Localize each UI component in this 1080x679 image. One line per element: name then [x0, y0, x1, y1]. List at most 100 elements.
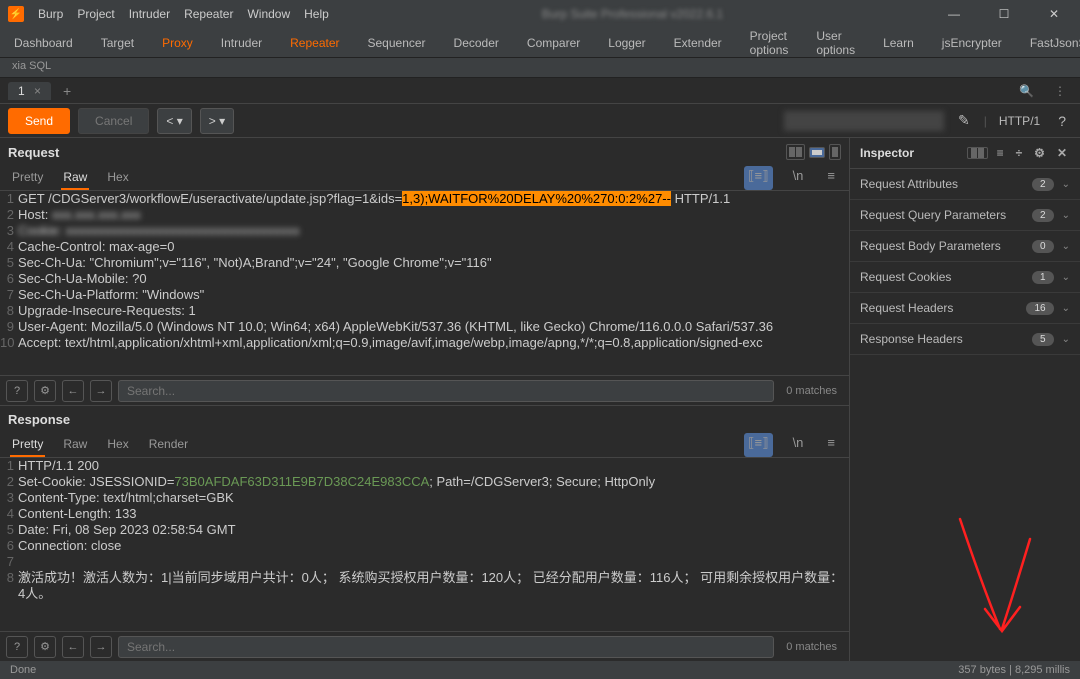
response-pretty-tab[interactable]: Pretty	[10, 433, 45, 457]
inspector-row-label: Request Query Parameters	[860, 208, 1032, 222]
close-button[interactable]: ✕	[1036, 0, 1072, 28]
add-tab-button[interactable]: +	[59, 83, 75, 99]
menu-help[interactable]: Help	[304, 7, 329, 21]
response-newline-toggle[interactable]: \n	[789, 433, 808, 457]
layout-rows-icon[interactable]	[809, 147, 825, 158]
response-search-input[interactable]	[118, 636, 774, 658]
request-hex-tab[interactable]: Hex	[105, 166, 130, 190]
minimize-button[interactable]: —	[936, 0, 972, 28]
menu-burp[interactable]: Burp	[38, 7, 63, 21]
status-bar: Done 357 bytes | 8,295 millis	[0, 661, 1080, 679]
request-next-icon[interactable]: →	[90, 380, 112, 402]
maintab-user-options[interactable]: User options	[814, 29, 857, 57]
history-forward-button[interactable]: > ▾	[200, 108, 234, 134]
request-pretty-toggle[interactable]: ⟦≡⟧	[744, 166, 772, 190]
chevron-down-icon: ⌄	[1054, 210, 1070, 221]
request-settings-icon[interactable]: ⚙	[34, 380, 56, 402]
status-left: Done	[10, 664, 36, 676]
response-settings-icon[interactable]: ⚙	[34, 636, 56, 658]
subtab-row: xia SQL	[0, 58, 1080, 78]
request-help-icon[interactable]: ?	[6, 380, 28, 402]
inspector-row-count: 5	[1032, 333, 1054, 346]
request-prev-icon[interactable]: ←	[62, 380, 84, 402]
request-view-tabs: Pretty Raw Hex ⟦≡⟧ \n ≡	[0, 166, 849, 191]
cancel-button[interactable]: Cancel	[78, 108, 149, 134]
inspector-row-request-cookies[interactable]: Request Cookies1⌄	[850, 262, 1080, 293]
layout-combined-icon[interactable]	[829, 144, 841, 160]
menu-project[interactable]: Project	[77, 7, 114, 21]
inspector-row-label: Request Headers	[860, 301, 1026, 315]
maintab-sequencer[interactable]: Sequencer	[366, 36, 428, 50]
tabs-menu-icon[interactable]: ⋮	[1048, 84, 1072, 98]
response-menu-icon[interactable]: ≡	[823, 433, 839, 457]
maintab-jsencrypter[interactable]: jsEncrypter	[940, 36, 1004, 50]
edit-target-icon[interactable]: ✎	[952, 112, 976, 129]
request-pretty-tab[interactable]: Pretty	[10, 166, 45, 190]
inspector-row-request-headers[interactable]: Request Headers16⌄	[850, 293, 1080, 324]
main-tabs: Dashboard Target Proxy Intruder Repeater Sequ…	[0, 28, 1080, 58]
layout-columns-icon[interactable]	[786, 144, 805, 160]
maintab-learn[interactable]: Learn	[881, 36, 916, 50]
inspector-row-response-headers[interactable]: Response Headers5⌄	[850, 324, 1080, 355]
response-raw-tab[interactable]: Raw	[61, 433, 89, 457]
maintab-extender[interactable]: Extender	[672, 36, 724, 50]
request-menu-icon[interactable]: ≡	[823, 166, 839, 190]
maintab-dashboard[interactable]: Dashboard	[12, 36, 75, 50]
request-panel: Request Pretty Raw Hex ⟦≡⟧ \n ≡ 1GET /CD…	[0, 138, 849, 406]
inspector-row-request-query-parameters[interactable]: Request Query Parameters2⌄	[850, 200, 1080, 231]
inspector-row-request-attributes[interactable]: Request Attributes2⌄	[850, 169, 1080, 200]
titlebar: ⚡ Burp Project Intruder Repeater Window …	[0, 0, 1080, 28]
maintab-repeater[interactable]: Repeater	[288, 36, 341, 50]
inspector-settings-icon[interactable]: ⚙	[1031, 146, 1048, 160]
inspector-close-icon[interactable]: ✕	[1054, 146, 1070, 160]
main-split: Request Pretty Raw Hex ⟦≡⟧ \n ≡ 1GET /CD…	[0, 138, 1080, 661]
chevron-down-icon: ⌄	[1054, 303, 1070, 314]
tab-label: 1	[18, 84, 25, 98]
response-render-tab[interactable]: Render	[147, 433, 190, 457]
response-hex-tab[interactable]: Hex	[105, 433, 130, 457]
maximize-button[interactable]: ☐	[986, 0, 1022, 28]
inspector-row-label: Request Cookies	[860, 270, 1032, 284]
maintab-decoder[interactable]: Decoder	[452, 36, 501, 50]
response-help-icon[interactable]: ?	[6, 636, 28, 658]
inspector-layout-icon[interactable]	[967, 147, 988, 159]
menu-repeater[interactable]: Repeater	[184, 7, 233, 21]
inspector-expand-icon[interactable]: ÷	[1013, 146, 1026, 160]
maintab-proxy[interactable]: Proxy	[160, 36, 195, 50]
burp-logo: ⚡	[8, 6, 24, 22]
inspector-row-request-body-parameters[interactable]: Request Body Parameters0⌄	[850, 231, 1080, 262]
inspector-row-label: Response Headers	[860, 332, 1032, 346]
request-editor[interactable]: 1GET /CDGServer3/workflowE/useractivate/…	[0, 191, 849, 375]
maintab-project-options[interactable]: Project options	[748, 29, 791, 57]
response-editor[interactable]: 1HTTP/1.1 2002Set-Cookie: JSESSIONID=73B…	[0, 458, 849, 631]
menu-window[interactable]: Window	[247, 7, 290, 21]
maintab-logger[interactable]: Logger	[606, 36, 647, 50]
request-newline-toggle[interactable]: \n	[789, 166, 808, 190]
response-next-icon[interactable]: →	[90, 636, 112, 658]
help-icon[interactable]: ?	[1052, 113, 1072, 129]
close-tab-icon[interactable]: ×	[34, 84, 41, 98]
inspector-collapse-icon[interactable]: ≡	[994, 146, 1007, 160]
inspector-row-count: 2	[1032, 178, 1054, 191]
history-back-button[interactable]: < ▾	[157, 108, 191, 134]
inspector-row-count: 16	[1026, 302, 1053, 315]
target-host[interactable]	[784, 111, 944, 131]
repeater-tab-1[interactable]: 1 ×	[8, 82, 51, 100]
request-match-count: 0 matches	[780, 385, 843, 397]
maintab-intruder[interactable]: Intruder	[219, 36, 264, 50]
request-raw-tab[interactable]: Raw	[61, 166, 89, 190]
inspector-row-label: Request Attributes	[860, 177, 1032, 191]
maintab-comparer[interactable]: Comparer	[525, 36, 582, 50]
maintab-target[interactable]: Target	[99, 36, 136, 50]
http-version[interactable]: HTTP/1	[995, 114, 1044, 128]
request-search-input[interactable]	[118, 380, 774, 402]
search-tabs-icon[interactable]: 🔍	[1013, 84, 1040, 98]
send-button[interactable]: Send	[8, 108, 70, 134]
response-pretty-toggle[interactable]: ⟦≡⟧	[744, 433, 772, 457]
inspector-row-label: Request Body Parameters	[860, 239, 1032, 253]
action-bar: Send Cancel < ▾ > ▾ ✎ | HTTP/1 ?	[0, 104, 1080, 138]
response-prev-icon[interactable]: ←	[62, 636, 84, 658]
status-right: 357 bytes | 8,295 millis	[958, 664, 1070, 676]
maintab-fastjsonscan[interactable]: FastJsonScan	[1028, 36, 1080, 50]
menu-intruder[interactable]: Intruder	[129, 7, 170, 21]
